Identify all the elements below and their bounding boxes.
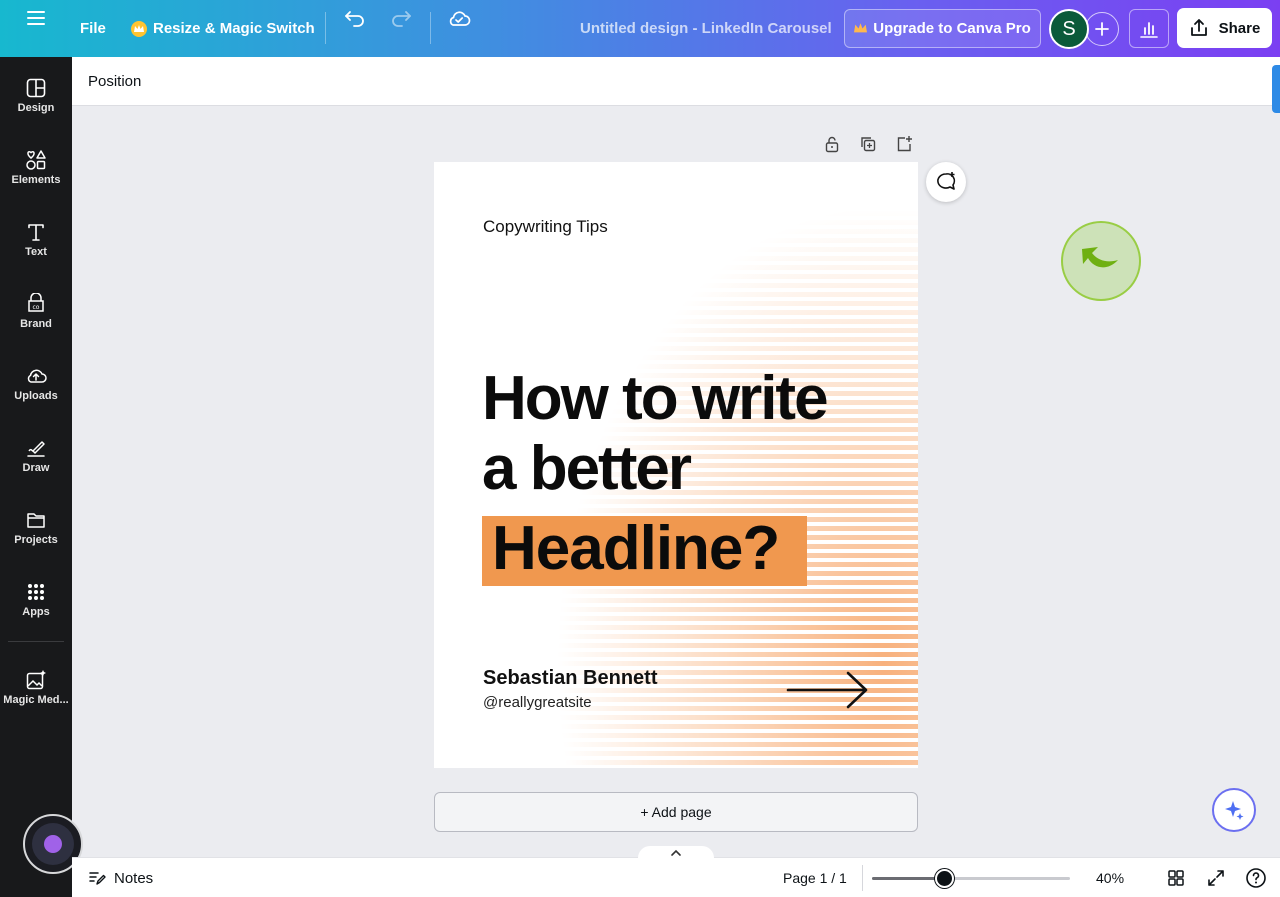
elements-icon — [26, 150, 46, 170]
sidebar-item-label: Text — [25, 246, 47, 258]
zoom-value[interactable]: 40% — [1096, 858, 1124, 897]
fullscreen-icon[interactable] — [1204, 866, 1228, 890]
share-upload-icon — [1190, 19, 1207, 36]
document-title[interactable]: Untitled design - LinkedIn Carousel — [580, 0, 832, 57]
sidebar-item-label: Projects — [14, 534, 58, 546]
position-button[interactable]: Position — [88, 57, 141, 105]
left-sidebar: Design Elements Text co Brand Uploads Dr… — [0, 57, 83, 897]
cloud-saved-icon[interactable] — [441, 0, 477, 36]
hamburger-icon[interactable] — [18, 0, 54, 36]
zoom-slider[interactable] — [872, 869, 1070, 888]
add-page-icon[interactable] — [892, 132, 916, 156]
headline-text[interactable]: How to write a better — [482, 364, 829, 504]
sidebar-item-label: Design — [17, 102, 55, 114]
notes-icon — [89, 872, 106, 885]
scrollbar-tab[interactable] — [1272, 65, 1280, 113]
magic-assistant-button[interactable] — [1212, 788, 1256, 832]
toolbar-divider — [430, 12, 431, 44]
notes-label: Notes — [114, 869, 154, 887]
toolbar-divider — [325, 12, 326, 44]
svg-text:co: co — [33, 304, 40, 311]
crown-icon — [131, 20, 147, 37]
zoom-slider-fill — [872, 877, 946, 880]
invite-plus-button[interactable] — [1085, 12, 1119, 46]
add-comment-button[interactable] — [926, 162, 966, 202]
headline-line-1: How to write — [482, 364, 829, 433]
resize-magic-switch-label: Resize & Magic Switch — [153, 20, 315, 37]
arrow-right-icon[interactable] — [786, 670, 870, 710]
notes-button[interactable]: Notes — [88, 858, 153, 897]
sidebar-item-label: Brand — [20, 318, 52, 330]
author-handle[interactable]: @reallygreatsite — [483, 694, 592, 711]
sidebar-item-label: Elements — [11, 174, 61, 186]
sidebar-item-brand[interactable]: co Brand — [0, 287, 72, 351]
sidebar-item-elements[interactable]: Elements — [0, 143, 72, 207]
bottom-divider — [862, 865, 863, 891]
grid-view-icon[interactable] — [1164, 866, 1188, 890]
avatar[interactable]: S — [1049, 9, 1089, 49]
sidebar-item-draw[interactable]: Draw — [0, 431, 72, 495]
sidebar-item-label: Draw — [22, 462, 50, 474]
duplicate-page-icon[interactable] — [856, 132, 880, 156]
sidebar-item-label: Uploads — [14, 390, 58, 402]
top-bar: File Resize & Magic Switch Untitled desi… — [0, 0, 1280, 57]
bottom-bar: Notes Page 1 / 1 40% — [72, 846, 1280, 897]
help-icon[interactable] — [1244, 866, 1268, 890]
headline-highlight-text[interactable]: Headline? — [492, 513, 780, 585]
sidebar-item-label: Apps — [22, 606, 50, 618]
sparkle-icon — [1225, 801, 1244, 820]
upgrade-pro-button[interactable]: Upgrade to Canva Pro — [844, 9, 1041, 48]
apps-icon — [28, 584, 44, 600]
headline-line-2: a better — [482, 434, 692, 503]
context-toolbar: Position — [72, 57, 1280, 113]
brand-icon: co — [28, 293, 44, 312]
add-page-button[interactable]: + Add page — [434, 792, 918, 832]
crown-icon — [854, 23, 868, 34]
assistant-orb-icon — [32, 823, 74, 865]
share-button[interactable]: Share — [1177, 8, 1272, 48]
cursor-highlight — [1061, 221, 1141, 301]
plus-icon — [1095, 22, 1109, 36]
zoom-slider-thumb[interactable] — [935, 869, 955, 888]
design-icon — [26, 78, 46, 98]
bar-chart-icon — [1140, 21, 1158, 38]
page-drawer-toggle[interactable] — [638, 846, 714, 860]
page-indicator[interactable]: Page 1 / 1 — [783, 858, 847, 897]
sidebar-item-projects[interactable]: Projects — [0, 503, 72, 567]
sidebar-item-design[interactable]: Design — [0, 71, 72, 135]
redo-icon[interactable] — [383, 0, 419, 36]
share-label: Share — [1218, 19, 1261, 37]
sidebar-item-magic-media[interactable]: Magic Med... — [0, 663, 72, 727]
cursor-arrow-icon — [1082, 247, 1118, 268]
design-page[interactable]: Copywriting Tips How to write a better H… — [434, 162, 918, 768]
kicker-text[interactable]: Copywriting Tips — [483, 217, 608, 237]
draw-icon — [27, 441, 45, 457]
sidebar-item-label: Magic Med... — [3, 694, 69, 706]
folder-icon — [27, 513, 45, 528]
author-name[interactable]: Sebastian Bennett — [483, 667, 657, 690]
magic-media-icon — [26, 670, 46, 690]
comment-plus-icon — [937, 172, 956, 190]
resize-magic-switch-button[interactable]: Resize & Magic Switch — [131, 0, 315, 57]
lock-icon[interactable] — [820, 132, 844, 156]
uploads-icon — [27, 369, 47, 383]
sidebar-item-text[interactable]: Text — [0, 215, 72, 279]
insights-button[interactable] — [1129, 9, 1169, 48]
sidebar-item-apps[interactable]: Apps — [0, 575, 72, 639]
file-menu-button[interactable]: File — [80, 0, 106, 57]
sidebar-divider — [8, 641, 64, 642]
text-icon — [28, 224, 44, 241]
chevron-up-icon — [671, 849, 681, 856]
sidebar-item-uploads[interactable]: Uploads — [0, 359, 72, 423]
upgrade-label: Upgrade to Canva Pro — [873, 20, 1031, 37]
undo-icon[interactable] — [337, 0, 373, 36]
